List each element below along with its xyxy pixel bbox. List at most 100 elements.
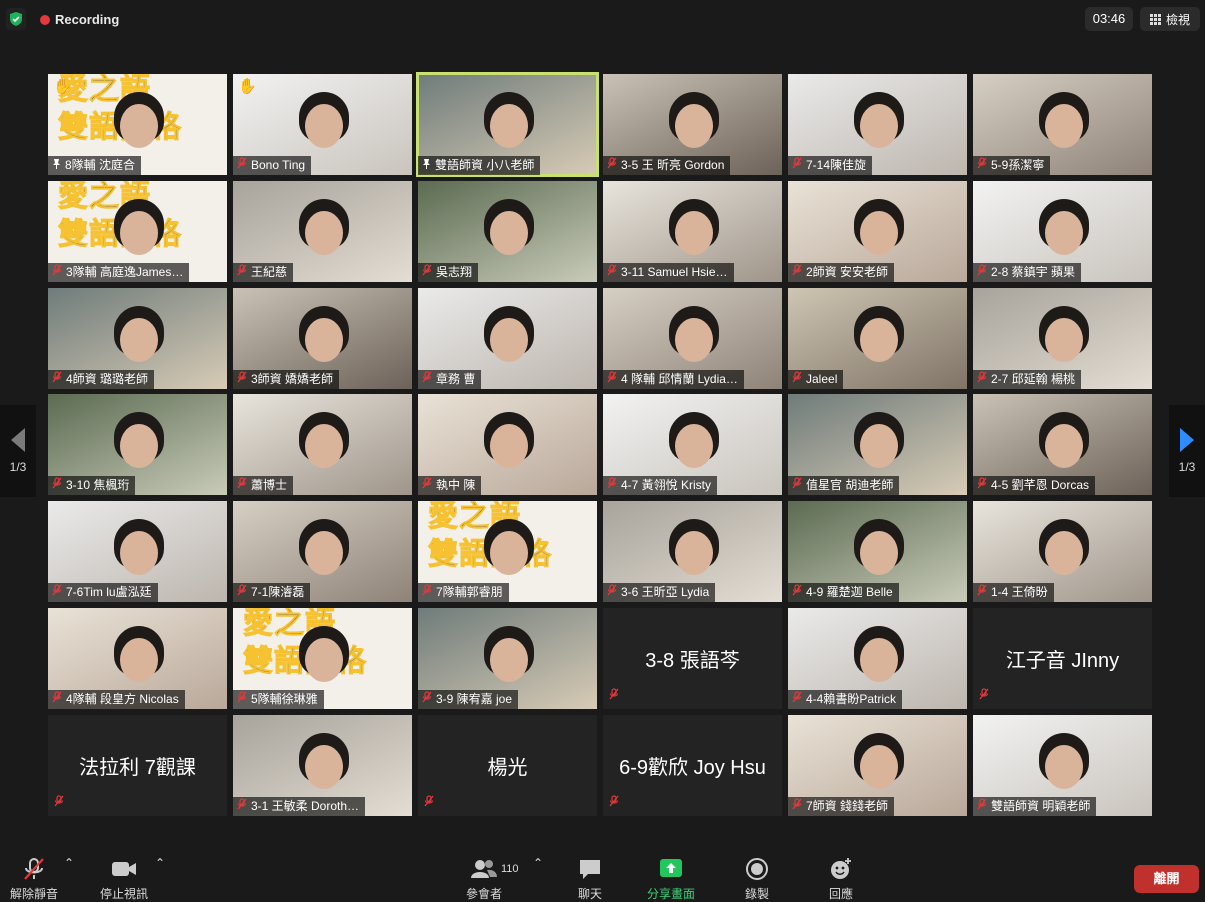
- mic-muted-icon: [422, 263, 432, 282]
- participant-face: [1045, 424, 1083, 468]
- participant-face: [675, 424, 713, 468]
- participants-label: 參會者: [466, 887, 503, 901]
- mic-muted-icon: [607, 370, 617, 389]
- security-shield-icon[interactable]: [6, 8, 26, 30]
- participant-tile[interactable]: 7-6Tim lu盧泓廷: [48, 501, 227, 602]
- participant-tile[interactable]: 4-7 黃翎悅 Kristy: [603, 394, 782, 495]
- participants-options-chevron-icon[interactable]: ⌃: [533, 856, 543, 870]
- participant-name-tag: 7師資 錢錢老師: [788, 797, 895, 816]
- participant-name: 4-5 劉芊恩 Dorcas: [991, 478, 1090, 492]
- participant-tile[interactable]: 4-5 劉芊恩 Dorcas: [973, 394, 1152, 495]
- participant-tile[interactable]: 值星官 胡迪老師: [788, 394, 967, 495]
- participant-tile[interactable]: 雙語師資 明穎老師: [973, 715, 1152, 816]
- participant-tile[interactable]: 雙語師資 小八老師: [416, 72, 599, 177]
- participant-tile[interactable]: 章務 曹: [418, 288, 597, 389]
- view-button[interactable]: 檢視: [1140, 7, 1200, 31]
- unmute-button[interactable]: 解除靜音: [10, 856, 58, 902]
- participant-name-tag: 3-1 王敏柔 Doroth…: [233, 797, 366, 816]
- mic-muted-icon: [237, 797, 247, 816]
- mic-muted-icon: [54, 794, 64, 812]
- participant-tile[interactable]: 4-4賴書盼Patrick: [788, 608, 967, 709]
- previous-page-button[interactable]: 1/3: [0, 405, 36, 497]
- participant-name: 5-9孫潔寧: [991, 158, 1045, 172]
- audio-options-chevron-icon[interactable]: ⌃: [64, 856, 74, 870]
- mic-muted-icon: [792, 797, 802, 816]
- participant-tile[interactable]: ✋ Bono Ting: [233, 74, 412, 175]
- participant-face: [305, 104, 343, 148]
- participant-face: [120, 211, 158, 255]
- chat-button[interactable]: 聊天: [577, 856, 603, 902]
- participant-name: 7-1陳濬磊: [251, 585, 305, 599]
- video-camera-icon: [112, 862, 136, 876]
- participant-name: 3師資 嬌嬌老師: [251, 372, 334, 386]
- raised-hand-icon: ✋: [238, 78, 257, 95]
- participant-name: 7-6Tim lu盧泓廷: [66, 585, 152, 599]
- participant-name: 3隊輔 高庭逸James…: [66, 265, 184, 279]
- participant-name: 1-4 王倚昐: [991, 585, 1048, 599]
- participant-tile[interactable]: 3-5 王 昕亮 Gordon: [603, 74, 782, 175]
- participant-tile[interactable]: 愛之語雙語品格5隊輔徐琳雅: [233, 608, 412, 709]
- video-options-chevron-icon[interactable]: ⌃: [155, 856, 165, 870]
- participant-tile[interactable]: 3-6 王昕亞 Lydia: [603, 501, 782, 602]
- participant-tile[interactable]: 7師資 錢錢老師: [788, 715, 967, 816]
- participant-face: [860, 745, 898, 789]
- stop-video-button[interactable]: 停止視訊: [100, 856, 148, 902]
- participant-face: [1045, 318, 1083, 362]
- participant-tile[interactable]: 6-9歡欣 Joy Hsu: [603, 715, 782, 816]
- participant-tile[interactable]: 1-4 王倚昐: [973, 501, 1152, 602]
- participant-tile[interactable]: 愛之語雙語品格3隊輔 高庭逸James…: [48, 181, 227, 282]
- participant-tile[interactable]: 王紀慈: [233, 181, 412, 282]
- participant-name-tag: 3-11 Samuel Hsie…: [603, 263, 734, 282]
- participant-face: [305, 638, 343, 682]
- participant-tile[interactable]: 7-14陳佳旋: [788, 74, 967, 175]
- next-page-button[interactable]: 1/3: [1169, 405, 1205, 497]
- top-bar: Recording 03:46 檢視: [0, 0, 1205, 40]
- participant-tile[interactable]: Jaleel: [788, 288, 967, 389]
- participant-name-tag: Jaleel: [788, 370, 844, 389]
- leave-meeting-button[interactable]: 離開: [1134, 865, 1199, 893]
- participant-tile[interactable]: 3-8 張語芩: [603, 608, 782, 709]
- mic-muted-icon: [977, 263, 987, 282]
- participant-tile[interactable]: 江子音 JInny: [973, 608, 1152, 709]
- participant-tile[interactable]: 2師資 安安老師: [788, 181, 967, 282]
- participant-tile[interactable]: 蕭博士: [233, 394, 412, 495]
- arrow-left-icon: [11, 428, 25, 452]
- record-dot-icon: [40, 14, 50, 25]
- participant-tile[interactable]: 3-10 焦楓珩: [48, 394, 227, 495]
- chat-bubble-icon: [580, 860, 600, 879]
- participant-tile[interactable]: 5-9孫潔寧: [973, 74, 1152, 175]
- mic-muted-icon: [977, 797, 987, 816]
- reactions-button[interactable]: 回應: [828, 856, 854, 902]
- share-screen-button[interactable]: 分享畫面: [647, 856, 695, 902]
- mic-muted-icon: [977, 476, 987, 495]
- participant-tile[interactable]: 3-11 Samuel Hsie…: [603, 181, 782, 282]
- share-screen-icon: [660, 859, 682, 877]
- participant-tile[interactable]: 執中 陳: [418, 394, 597, 495]
- participant-tile[interactable]: 吳志翔: [418, 181, 597, 282]
- participant-tile[interactable]: 4 隊輔 邱情蘭 Lydia…: [603, 288, 782, 389]
- participant-tile[interactable]: 愛之語雙語品格✋8隊輔 沈庭合: [48, 74, 227, 175]
- participants-button[interactable]: 參會者: [466, 856, 502, 902]
- participant-tile[interactable]: 7-1陳濬磊: [233, 501, 412, 602]
- participant-name: 7-14陳佳旋: [806, 158, 867, 172]
- record-button[interactable]: 錄製: [744, 856, 770, 902]
- participant-face: [860, 424, 898, 468]
- participant-tile[interactable]: 愛之語雙語品格7隊輔郭睿朋: [418, 501, 597, 602]
- participant-tile[interactable]: 4-9 羅楚迦 Belle: [788, 501, 967, 602]
- participant-tile[interactable]: 2-8 蔡鎮宇 蘋果: [973, 181, 1152, 282]
- participant-tile[interactable]: 2-7 邱延翰 楊桃: [973, 288, 1152, 389]
- participant-tile[interactable]: 3師資 嬌嬌老師: [233, 288, 412, 389]
- participant-tile[interactable]: 4師資 璐璐老師: [48, 288, 227, 389]
- recording-indicator[interactable]: Recording: [40, 12, 119, 27]
- mic-muted-icon: [422, 370, 432, 389]
- participant-name-tag: 4隊輔 段皇方 Nicolas: [48, 690, 185, 709]
- participant-tile[interactable]: 4隊輔 段皇方 Nicolas: [48, 608, 227, 709]
- raised-hand-icon: ✋: [53, 78, 72, 95]
- participant-tile[interactable]: 法拉利 7觀課: [48, 715, 227, 816]
- participant-tile[interactable]: 3-9 陳宥嘉 joe: [418, 608, 597, 709]
- participant-name-tag: 雙語師資 小八老師: [418, 156, 541, 175]
- participant-tile[interactable]: 3-1 王敏柔 Doroth…: [233, 715, 412, 816]
- participant-tile[interactable]: 楊光: [418, 715, 597, 816]
- participant-face: [120, 424, 158, 468]
- participant-name-tag: 7-1陳濬磊: [233, 583, 311, 602]
